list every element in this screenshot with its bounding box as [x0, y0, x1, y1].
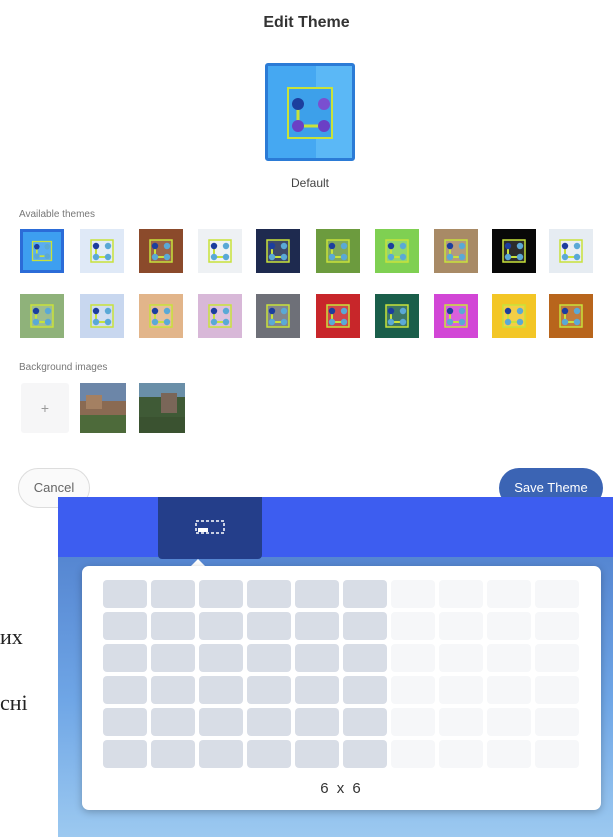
theme-thumbnail-6[interactable] [316, 229, 360, 273]
grid-cell[interactable] [439, 612, 483, 640]
grid-cell[interactable] [295, 708, 339, 736]
grid-cell[interactable] [487, 580, 531, 608]
grid-layout-tab[interactable] [158, 497, 262, 559]
current-theme-preview [265, 63, 355, 161]
theme-thumbnail-1[interactable] [20, 229, 64, 273]
grid-cell[interactable] [535, 708, 579, 736]
theme-thumbnail-10[interactable] [549, 229, 593, 273]
side-text-2: сні [0, 690, 28, 715]
theme-thumbnail-7[interactable] [375, 229, 419, 273]
grid-cell[interactable] [151, 708, 195, 736]
theme-thumbnail-13[interactable] [139, 294, 183, 338]
theme-thumbnail-15[interactable] [256, 294, 300, 338]
add-background-button[interactable]: + [21, 383, 69, 433]
grid-cell[interactable] [391, 644, 435, 672]
grid-cell[interactable] [151, 740, 195, 768]
theme-thumbnail-12[interactable] [80, 294, 124, 338]
overlay-toolbar [58, 497, 613, 557]
background-images-label: Background images [19, 362, 108, 373]
grid-cell[interactable] [151, 676, 195, 704]
theme-thumbnail-19[interactable] [492, 294, 536, 338]
theme-thumbnail-9[interactable] [492, 229, 536, 273]
grid-cell[interactable] [535, 740, 579, 768]
grid-size-picker: 6 x 6 [82, 566, 601, 810]
grid-cell[interactable] [439, 580, 483, 608]
side-text-1: их [0, 624, 23, 649]
grid-cell[interactable] [247, 644, 291, 672]
grid-cell[interactable] [535, 612, 579, 640]
grid-cell[interactable] [343, 708, 387, 736]
grid-cell[interactable] [199, 580, 243, 608]
grid-cell[interactable] [343, 612, 387, 640]
theme-thumbnail-2[interactable] [80, 229, 124, 273]
grid-cell[interactable] [103, 676, 147, 704]
current-theme-label: Default [290, 176, 330, 190]
grid-cell[interactable] [487, 612, 531, 640]
grid-cell[interactable] [295, 644, 339, 672]
grid-cell[interactable] [535, 580, 579, 608]
grid-cell[interactable] [295, 612, 339, 640]
grid-cell[interactable] [247, 676, 291, 704]
grid-cell[interactable] [391, 676, 435, 704]
grid-cell[interactable] [247, 580, 291, 608]
grid-cells[interactable] [103, 580, 580, 768]
grid-cell[interactable] [103, 580, 147, 608]
grid-cell[interactable] [391, 740, 435, 768]
available-themes-label: Available themes [19, 209, 95, 220]
theme-thumbnail-11[interactable] [20, 294, 64, 338]
grid-cell[interactable] [103, 708, 147, 736]
grid-cell[interactable] [151, 580, 195, 608]
theme-thumbnail-16[interactable] [316, 294, 360, 338]
grid-cell[interactable] [343, 676, 387, 704]
grid-cell[interactable] [535, 676, 579, 704]
grid-cell[interactable] [199, 740, 243, 768]
grid-cell[interactable] [391, 708, 435, 736]
grid-cell[interactable] [199, 708, 243, 736]
grid-cell[interactable] [103, 644, 147, 672]
grid-cell[interactable] [343, 644, 387, 672]
grid-cell[interactable] [439, 644, 483, 672]
grid-cell[interactable] [391, 612, 435, 640]
grid-cell[interactable] [487, 740, 531, 768]
grid-cell[interactable] [439, 740, 483, 768]
grid-cell[interactable] [487, 676, 531, 704]
grid-cell[interactable] [247, 740, 291, 768]
grid-cell[interactable] [535, 644, 579, 672]
grid-cell[interactable] [199, 676, 243, 704]
theme-thumbnail-17[interactable] [375, 294, 419, 338]
grid-cell[interactable] [103, 612, 147, 640]
grid-cell[interactable] [295, 580, 339, 608]
theme-thumbnail-20[interactable] [549, 294, 593, 338]
grid-cell[interactable] [487, 644, 531, 672]
grid-cell[interactable] [295, 740, 339, 768]
dialog-title: Edit Theme [263, 14, 350, 31]
grid-cell[interactable] [487, 708, 531, 736]
theme-thumbnail-14[interactable] [198, 294, 242, 338]
theme-thumbnail-5[interactable] [256, 229, 300, 273]
background-image-2[interactable] [139, 383, 185, 433]
grid-cell[interactable] [103, 740, 147, 768]
theme-thumbnail-18[interactable] [434, 294, 478, 338]
grid-cell[interactable] [439, 676, 483, 704]
grid-cell[interactable] [247, 612, 291, 640]
theme-thumbnail-8[interactable] [434, 229, 478, 273]
grid-size-text: 6 x 6 [320, 780, 363, 797]
grid-cell[interactable] [439, 708, 483, 736]
grid-size-overlay: 6 x 6 [58, 497, 613, 837]
grid-cell[interactable] [391, 580, 435, 608]
grid-layout-icon [195, 520, 225, 534]
grid-cell[interactable] [199, 644, 243, 672]
grid-cell[interactable] [343, 740, 387, 768]
theme-thumbnail-4[interactable] [198, 229, 242, 273]
theme-thumbnail-3[interactable] [139, 229, 183, 273]
grid-cell[interactable] [343, 580, 387, 608]
grid-cell[interactable] [151, 612, 195, 640]
grid-cell[interactable] [247, 708, 291, 736]
grid-cell[interactable] [151, 644, 195, 672]
background-image-1[interactable] [80, 383, 126, 433]
grid-cell[interactable] [199, 612, 243, 640]
grid-cell[interactable] [295, 676, 339, 704]
